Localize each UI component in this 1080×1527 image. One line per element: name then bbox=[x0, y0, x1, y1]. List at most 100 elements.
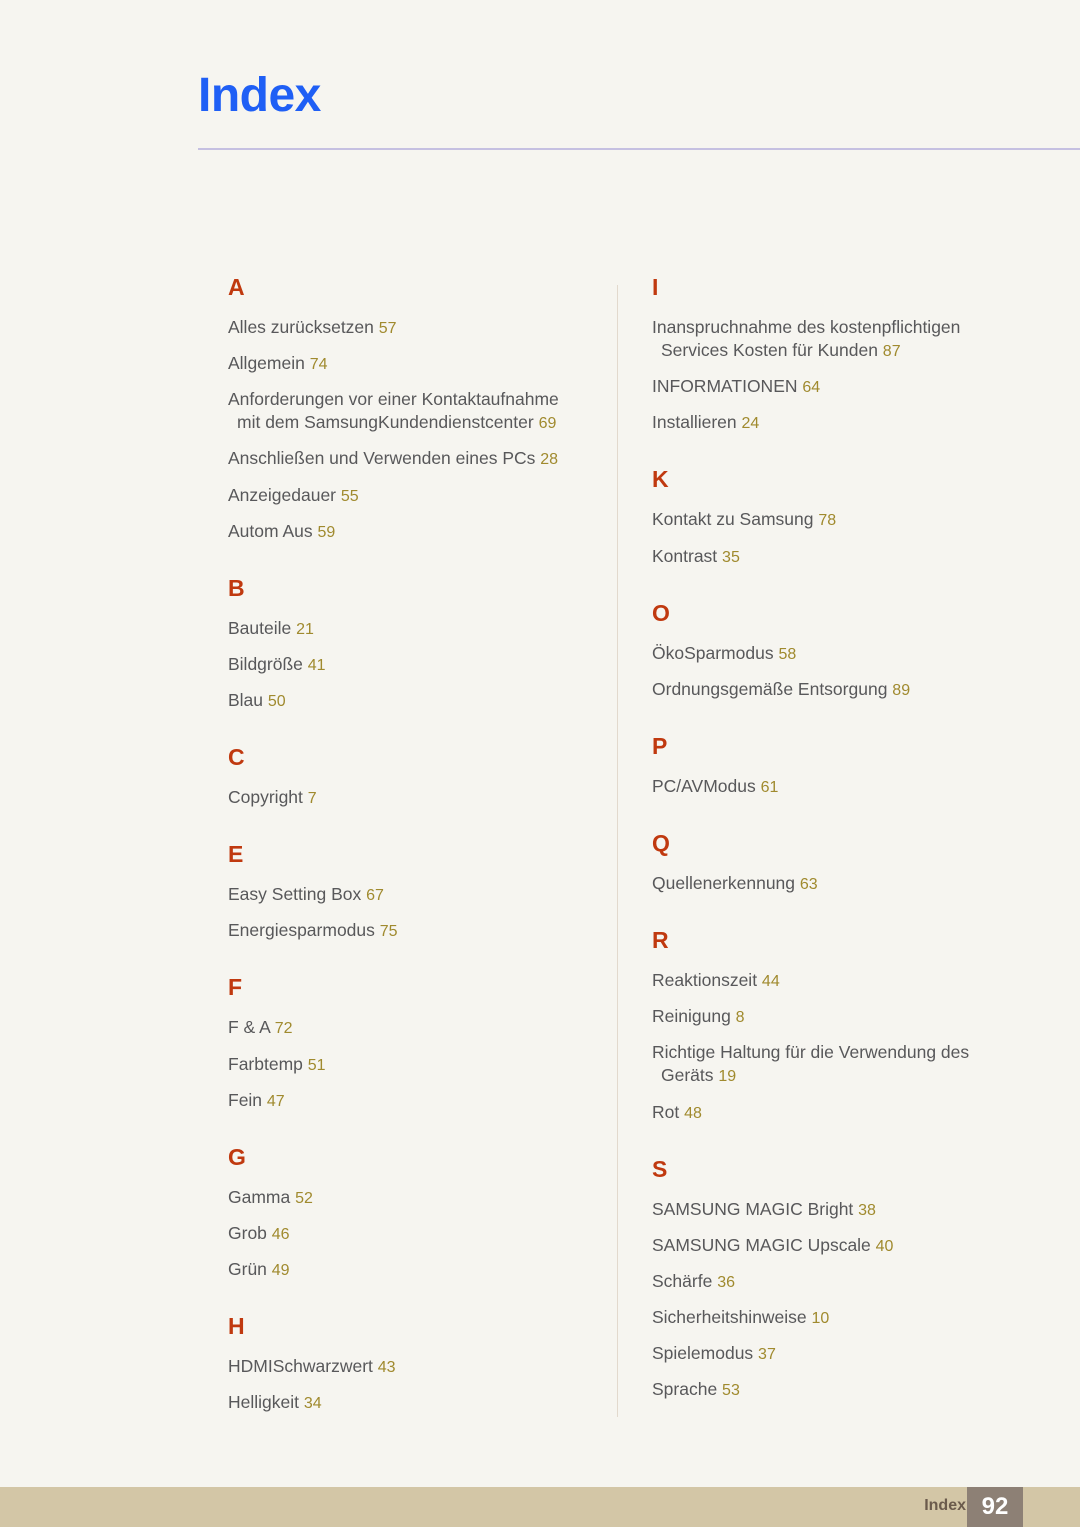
index-entry[interactable]: Kontakt zu Samsung 78 bbox=[652, 508, 1012, 531]
column-divider bbox=[617, 285, 618, 1417]
group-letter: B bbox=[228, 574, 245, 601]
index-entry-page-number: 43 bbox=[377, 1359, 396, 1377]
index-entry-label: Fein bbox=[228, 1089, 267, 1110]
index-entry-label: HDMISchwarzwert bbox=[228, 1356, 378, 1377]
index-body: A Alles zurücksetzen 57 Allgemein 74 Anford… bbox=[0, 0, 1080, 1487]
index-entry[interactable]: Ordnungsgemäße Entsorgung 89 bbox=[652, 678, 1012, 701]
group-letter: K bbox=[652, 466, 669, 493]
index-entry[interactable]: PC/AVModus 61 bbox=[652, 775, 1012, 798]
index-entry[interactable]: Gamma 52 bbox=[228, 1186, 578, 1209]
index-entry[interactable]: Sprache 53 bbox=[652, 1378, 1012, 1401]
index-entry-page-number: 74 bbox=[309, 356, 328, 374]
letter-group-b: B Bauteile 21 Bildgröße 41 Blau 50 bbox=[228, 574, 578, 712]
index-entry-label: Anforderungen vor einer Kontaktaufnahme … bbox=[228, 389, 559, 433]
index-entry-page-number: 50 bbox=[267, 692, 286, 710]
letter-group-q: Q Quellenerkennung 63 bbox=[652, 829, 1012, 895]
page-footer: Index bbox=[0, 1487, 1080, 1527]
index-entry[interactable]: SAMSUNG MAGIC Upscale 40 bbox=[652, 1234, 1012, 1257]
index-entry-label: Farbtemp bbox=[228, 1053, 308, 1074]
index-entry[interactable]: Farbtemp 51 bbox=[228, 1053, 578, 1076]
index-entry-page-number: 72 bbox=[274, 1020, 293, 1038]
letter-group-h: H HDMISchwarzwert 43 Helligkeit 34 bbox=[228, 1315, 578, 1414]
index-entry[interactable]: Alles zurücksetzen 57 bbox=[228, 316, 578, 339]
index-entry[interactable]: Sicherheitshinweise 10 bbox=[652, 1306, 1012, 1329]
index-entry[interactable]: INFORMATIONEN 64 bbox=[652, 375, 1012, 398]
index-entry[interactable]: HDMISchwarzwert 43 bbox=[228, 1355, 578, 1378]
index-entry[interactable]: SAMSUNG MAGIC Bright 38 bbox=[652, 1198, 1012, 1221]
index-entry[interactable]: F & A 72 bbox=[228, 1016, 578, 1039]
index-entry[interactable]: Reinigung 8 bbox=[652, 1005, 1012, 1028]
index-entry[interactable]: Grob 46 bbox=[228, 1222, 578, 1245]
index-entry-label: Anzeigedauer bbox=[228, 484, 341, 505]
index-entry-page-number: 38 bbox=[858, 1201, 876, 1219]
index-entry-page-number: 36 bbox=[717, 1273, 735, 1291]
group-letter: F bbox=[228, 974, 243, 1001]
index-entry-label: Blau bbox=[228, 689, 268, 710]
index-entry-label: Rot bbox=[652, 1101, 685, 1122]
index-entry-label: Reaktionszeit bbox=[652, 970, 762, 991]
index-entry-label: Copyright bbox=[228, 787, 308, 808]
index-entry-label: SAMSUNG MAGIC Bright bbox=[652, 1198, 859, 1219]
index-entry-page-number: 46 bbox=[271, 1225, 290, 1243]
index-entry-label: Kontakt zu Samsung bbox=[652, 509, 819, 530]
index-entry[interactable]: Autom Aus 59 bbox=[228, 520, 578, 543]
letter-group-a: A Alles zurücksetzen 57 Allgemein 74 Anford… bbox=[228, 276, 578, 543]
index-entry-page-number: 55 bbox=[340, 487, 359, 505]
index-entry[interactable]: ÖkoSparmodus 58 bbox=[652, 642, 1012, 665]
index-entry[interactable]: Fein 47 bbox=[228, 1089, 578, 1112]
index-entry[interactable]: Anschließen und Verwenden eines PCs 28 bbox=[228, 447, 578, 470]
letter-group-i: I Inanspruchnahme des kostenpflichtigen S… bbox=[652, 276, 1012, 434]
index-entry[interactable]: Anforderungen vor einer Kontaktaufnahme … bbox=[228, 388, 578, 434]
index-entry-page-number: 34 bbox=[303, 1395, 322, 1413]
index-entry-label: Gamma bbox=[228, 1186, 296, 1207]
index-entry[interactable]: Grün 49 bbox=[228, 1258, 578, 1281]
index-entry-label: Energiesparmodus bbox=[228, 920, 380, 941]
index-entry[interactable]: Spielemodus 37 bbox=[652, 1342, 1012, 1365]
index-entry-label: Alles zurücksetzen bbox=[228, 317, 379, 337]
index-entry[interactable]: Bildgröße 41 bbox=[228, 653, 578, 676]
index-entry[interactable]: Quellenerkennung 63 bbox=[652, 872, 1012, 895]
index-entry[interactable]: Allgemein 74 bbox=[228, 352, 578, 375]
index-entry[interactable]: Rot 48 bbox=[652, 1101, 1012, 1124]
index-entry-page-number: 69 bbox=[538, 415, 557, 433]
group-letter: Q bbox=[652, 829, 670, 856]
letter-group-r: R Reaktionszeit 44 Reinigung 8 Richtige Hal… bbox=[652, 929, 1012, 1124]
letter-group-e: E Easy Setting Box 67 Energiesparmodus 75 bbox=[228, 843, 578, 942]
index-entry[interactable]: Schärfe 36 bbox=[652, 1270, 1012, 1293]
index-entry-label: Schärfe bbox=[652, 1270, 718, 1291]
group-letter: G bbox=[228, 1143, 246, 1170]
index-entry-label: Anschließen und Verwenden eines PCs bbox=[228, 448, 541, 469]
index-entry-label: Reinigung bbox=[652, 1006, 736, 1027]
index-entry-label: Bildgröße bbox=[228, 653, 308, 674]
index-entry-label: Spielemodus bbox=[652, 1343, 759, 1364]
index-entry-label: Helligkeit bbox=[228, 1392, 304, 1413]
group-letter: H bbox=[228, 1313, 245, 1340]
index-entry[interactable]: Helligkeit 34 bbox=[228, 1391, 578, 1414]
index-entry[interactable]: Easy Setting Box 67 bbox=[228, 883, 578, 906]
index-entry[interactable]: Installieren 24 bbox=[652, 411, 1012, 434]
index-entry-label: Kontrast bbox=[652, 545, 723, 566]
index-entry-label: Installieren bbox=[652, 412, 742, 433]
index-entry[interactable]: Energiesparmodus 75 bbox=[228, 919, 578, 942]
index-entry-label: Richtige Haltung für die Verwendung des … bbox=[652, 1042, 970, 1086]
index-entry-label: Inanspruchnahme des kostenpflichtigen Se… bbox=[652, 317, 961, 361]
index-entry[interactable]: Richtige Haltung für die Verwendung des … bbox=[652, 1041, 1012, 1087]
index-entry[interactable]: Kontrast 35 bbox=[652, 545, 1012, 568]
index-entry-page-number: 47 bbox=[266, 1092, 285, 1110]
index-entry-label: Grob bbox=[228, 1222, 272, 1243]
index-entry[interactable]: Inanspruchnahme des kostenpflichtigen Se… bbox=[652, 316, 1012, 362]
group-letter: R bbox=[652, 927, 669, 954]
index-entry-label: F & A bbox=[228, 1017, 275, 1038]
index-entry[interactable]: Copyright 7 bbox=[228, 786, 578, 809]
footer-page-number-box: 92 bbox=[967, 1487, 1023, 1527]
index-entry[interactable]: Bauteile 21 bbox=[228, 617, 578, 640]
index-entry-label: Autom Aus bbox=[228, 520, 318, 541]
index-entry-page-number: 52 bbox=[295, 1189, 313, 1207]
group-letter: O bbox=[652, 599, 670, 626]
index-entry[interactable]: Anzeigedauer 55 bbox=[228, 484, 578, 507]
index-entry[interactable]: Reaktionszeit 44 bbox=[652, 969, 1012, 992]
index-entry-page-number: 78 bbox=[818, 512, 837, 530]
index-entry-label: PC/AVModus bbox=[652, 775, 761, 796]
index-entry[interactable]: Blau 50 bbox=[228, 689, 578, 712]
group-letter: S bbox=[652, 1155, 668, 1182]
